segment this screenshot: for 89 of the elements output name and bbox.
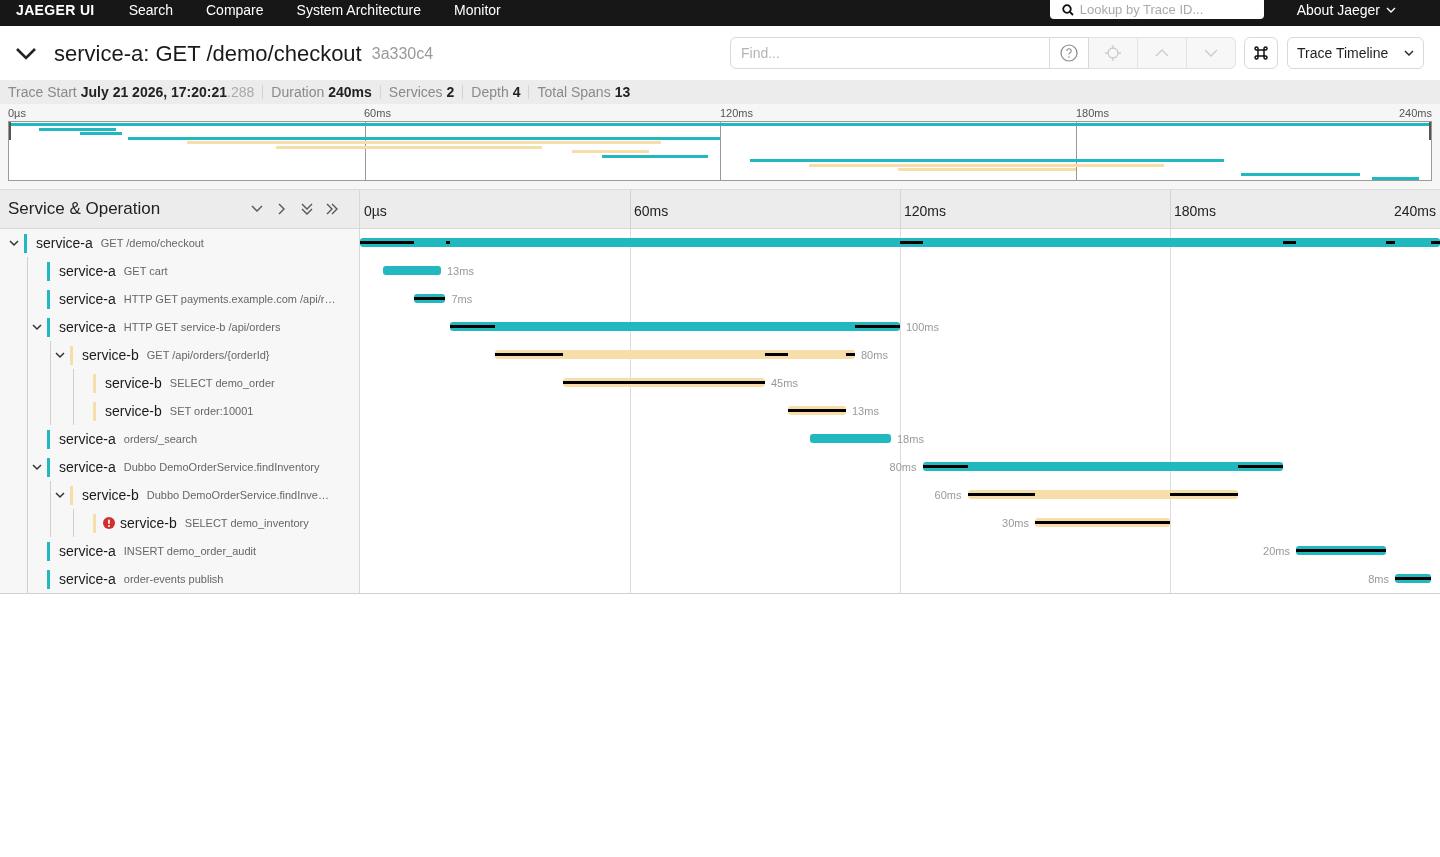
nav-link[interactable]: Search	[128, 2, 173, 18]
service-name[interactable]: service-a	[59, 316, 116, 338]
duration-label: 100ms	[906, 320, 940, 335]
stat-label: Total Spans	[537, 82, 611, 102]
service-name[interactable]: service-a	[59, 428, 116, 450]
operation-name[interactable]: GET cart	[123, 262, 168, 280]
minimap-tick-label: 0µs	[8, 106, 26, 121]
duration-label: 7ms	[451, 292, 473, 307]
span-bar[interactable]	[1395, 574, 1431, 583]
minimap-tick-label: 240ms	[1398, 106, 1432, 121]
duration-label: 30ms	[1002, 516, 1029, 531]
stat-label: Trace Start	[8, 82, 77, 102]
duration-label: 20ms	[1263, 544, 1290, 559]
service-name[interactable]: service-a	[36, 232, 93, 254]
trace-lookup-field[interactable]: Lookup by Trace ID...	[1049, 0, 1264, 19]
collapse-all-icon[interactable]	[300, 202, 314, 216]
stat-value: 240ms	[328, 82, 372, 102]
span-bar[interactable]	[967, 490, 1238, 499]
span-bar[interactable]	[562, 378, 765, 387]
duration-label: 18ms	[897, 432, 924, 447]
stat-label: Duration	[271, 82, 325, 102]
nav-link[interactable]: Monitor	[454, 2, 501, 18]
duration-label: 80ms	[889, 460, 917, 475]
operation-name[interactable]: GET /demo/checkout	[100, 234, 204, 252]
operation-name[interactable]: SELECT demo_inventory	[184, 514, 309, 532]
duration-label: 45ms	[771, 376, 798, 391]
minimap-tick-label: 180ms	[1076, 106, 1110, 121]
stat-value-fraction: .288	[227, 82, 255, 102]
duration-label: 13ms	[852, 404, 879, 419]
chevron-down-icon[interactable]	[1404, 50, 1414, 56]
minimap-tick-label: 120ms	[720, 106, 754, 121]
nav-link[interactable]: Compare	[206, 2, 264, 18]
operation-name[interactable]: Dubbo DemoOrderService.findInventory	[123, 458, 320, 476]
stat-value: 2	[446, 82, 455, 102]
column-title: Service & Operation	[8, 198, 161, 221]
stat-value: 4	[512, 82, 521, 102]
operation-name[interactable]: HTTP GET payments.example.com /api/r…	[123, 290, 336, 308]
service-name[interactable]: service-b	[105, 372, 162, 394]
time-tick-label: 120ms	[904, 202, 947, 221]
minimap-tick-label: 60ms	[364, 106, 391, 121]
duration-label: 60ms	[934, 488, 962, 503]
span-bar[interactable]	[450, 322, 900, 331]
operation-name[interactable]: GET /api/orders/{orderId}	[146, 346, 270, 364]
view-selector-dropdown[interactable]: Trace Timeline	[1287, 37, 1424, 69]
span-bar[interactable]	[922, 462, 1283, 471]
span-bar[interactable]	[1296, 546, 1386, 555]
time-tick-label: 240ms	[1393, 202, 1436, 221]
span-bar[interactable]	[1035, 518, 1170, 527]
service-name[interactable]: service-a	[59, 260, 116, 282]
service-name[interactable]: service-b	[105, 400, 162, 422]
operation-name[interactable]: SET order:10001	[169, 402, 254, 420]
command-key-icon[interactable]	[1253, 45, 1269, 61]
search-icon[interactable]	[1061, 3, 1074, 16]
find-field[interactable]: Find...	[730, 37, 1050, 69]
span-bar[interactable]	[414, 294, 446, 303]
service-name[interactable]: service-b	[82, 344, 139, 366]
time-tick-label: 60ms	[634, 202, 669, 221]
span-bar[interactable]	[495, 350, 855, 359]
service-name[interactable]: service-b	[82, 484, 139, 506]
operation-name[interactable]: Dubbo DemoOrderService.findInve…	[146, 486, 329, 504]
service-name[interactable]: service-a	[59, 288, 116, 310]
duration-label: 80ms	[861, 348, 888, 363]
stat-value: 13	[614, 82, 631, 102]
service-name[interactable]: service-b	[120, 512, 177, 534]
operation-name[interactable]: orders/_search	[123, 430, 198, 448]
time-tick-label: 0µs	[364, 202, 387, 221]
stat-label: Depth	[471, 82, 509, 102]
service-name[interactable]: service-a	[59, 540, 116, 562]
service-name[interactable]: service-a	[59, 456, 116, 478]
trace-id: 3a330c4	[371, 44, 434, 64]
shortcuts-button[interactable]	[1244, 37, 1278, 69]
stat-label: Services	[388, 82, 443, 102]
operation-name[interactable]: SELECT demo_order	[169, 374, 275, 392]
time-tick-label: 180ms	[1174, 202, 1217, 221]
expand-all-icon[interactable]	[325, 202, 339, 216]
duration-label: 8ms	[1368, 572, 1389, 587]
about-menu[interactable]: About Jaeger	[1296, 2, 1396, 18]
brand-logo-text[interactable]: JAEGER UI	[16, 2, 95, 18]
span-bar[interactable]	[787, 406, 846, 415]
operation-name[interactable]: HTTP GET service-b /api/orders	[123, 318, 281, 336]
operation-name[interactable]: order-events publish	[123, 570, 224, 588]
trace-title: service-a: GET /demo/checkout	[54, 39, 362, 68]
duration-label: 13ms	[447, 264, 474, 279]
help-icon[interactable]	[1060, 44, 1078, 62]
stat-value: July 21 2026, 17:20:21	[80, 82, 228, 102]
service-name[interactable]: service-a	[59, 568, 116, 590]
span-bar[interactable]	[360, 238, 1440, 247]
nav-link[interactable]: System Architecture	[296, 2, 422, 18]
operation-name[interactable]: INSERT demo_order_audit	[123, 542, 257, 560]
